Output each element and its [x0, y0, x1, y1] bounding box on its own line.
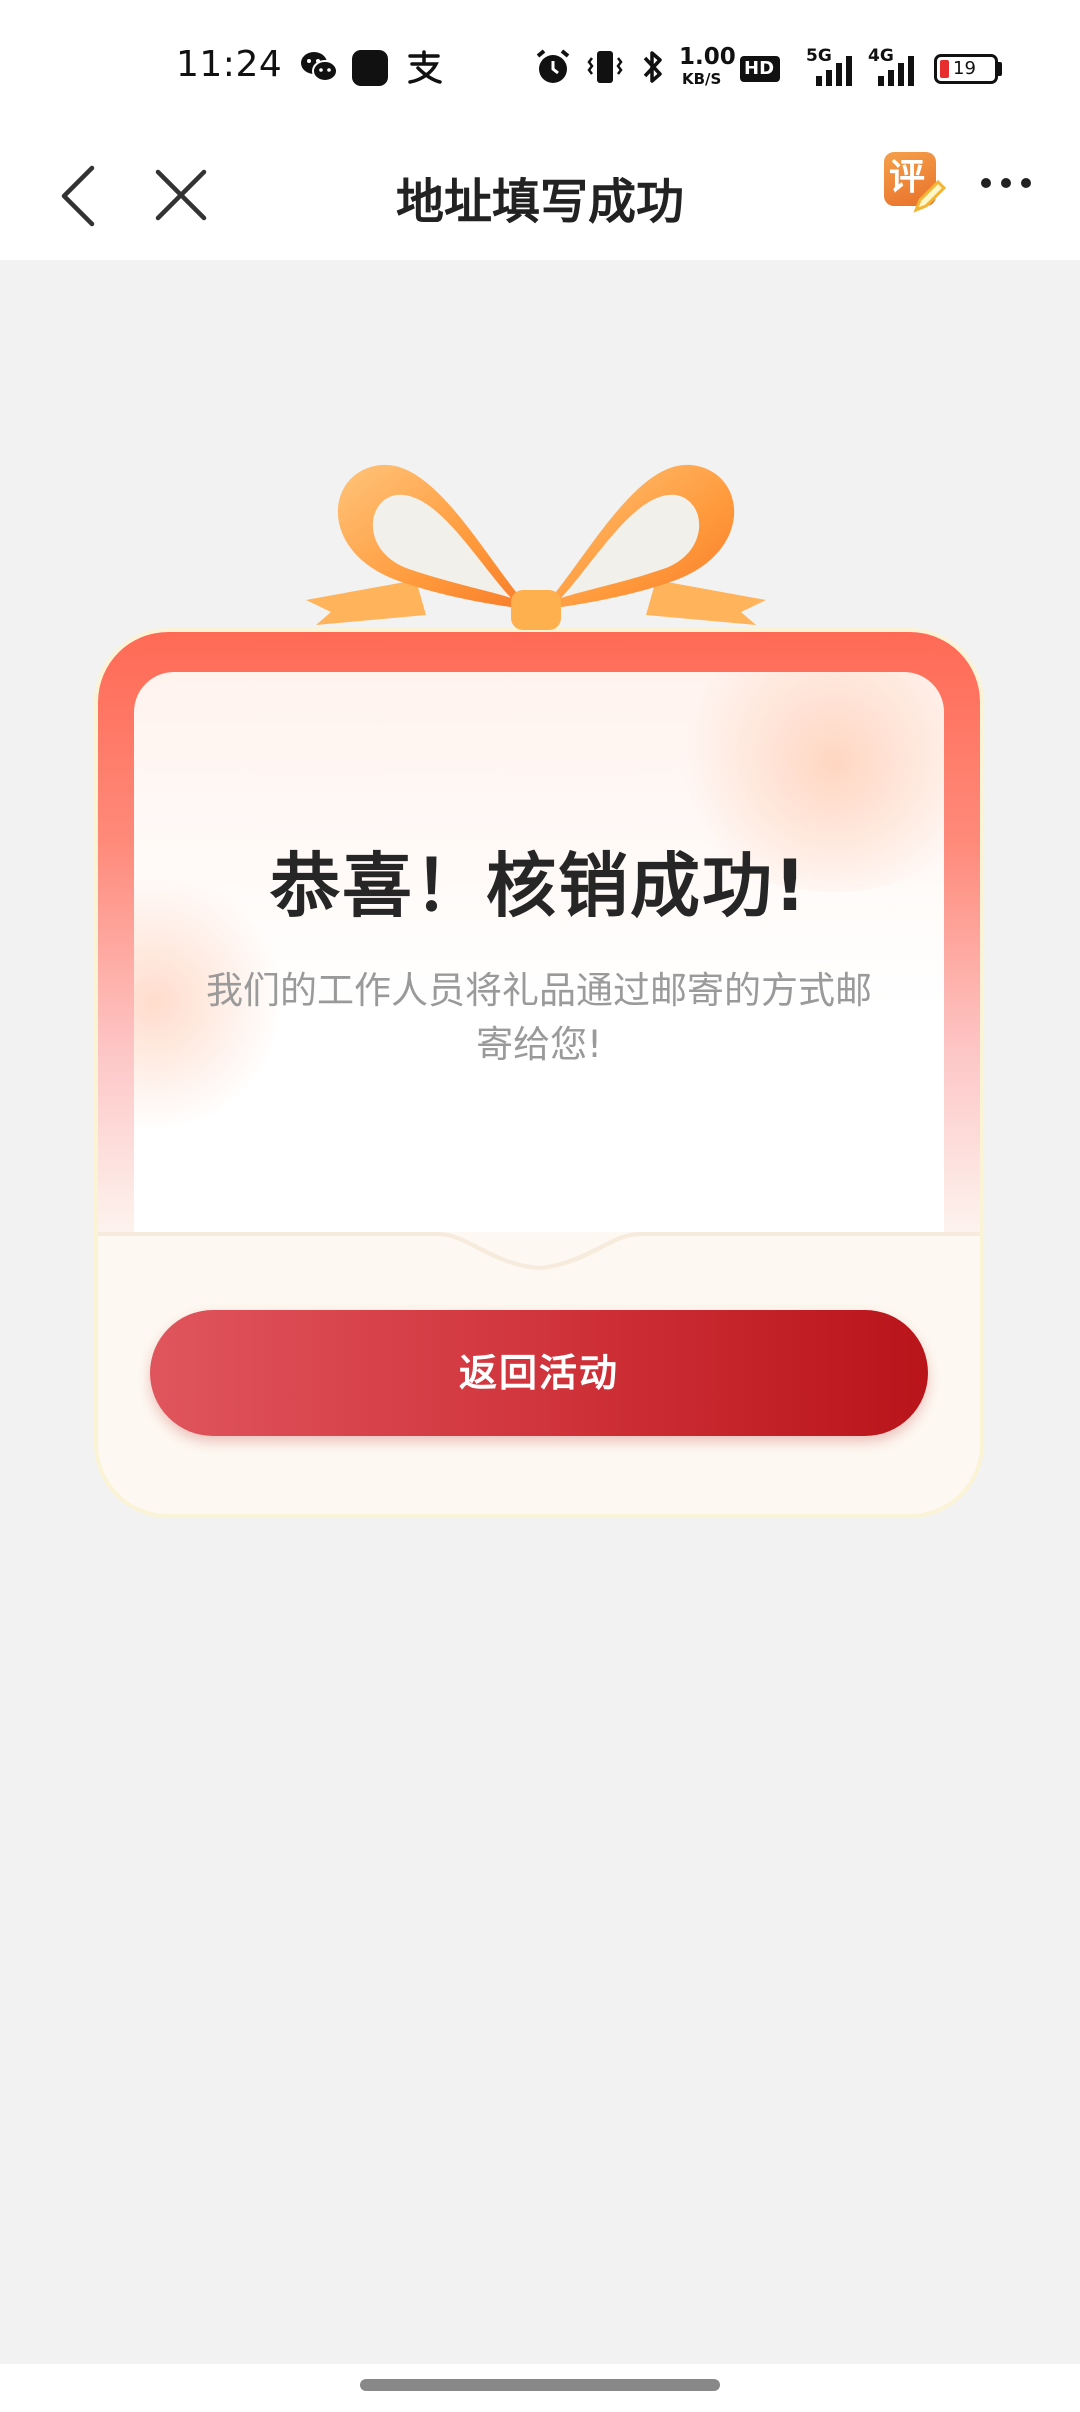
signal-4g-icon: 4G — [866, 46, 916, 86]
alipay-icon — [408, 50, 442, 84]
status-time: 11:24 — [176, 44, 283, 85]
signal-5g-icon: 5G — [804, 46, 854, 86]
hd-label: HD — [744, 58, 775, 79]
return-to-activity-button[interactable]: 返回活动 — [150, 1310, 928, 1436]
status-bar: 11:24 1.00 KB/S HD 5G 4G 19 — [0, 0, 1080, 130]
battery-tip — [998, 62, 1002, 76]
app-icon — [352, 50, 388, 86]
success-card: 恭喜！核销成功! 我们的工作人员将礼品通过邮寄的方式邮寄给您! 返回活动 — [98, 632, 980, 1514]
battery-icon: 19 — [934, 54, 998, 84]
net-speed-value: 1.00 — [679, 44, 736, 70]
success-message: 我们的工作人员将礼品通过邮寄的方式邮寄给您! — [206, 969, 872, 1066]
hd-icon: HD — [740, 56, 780, 82]
alarm-icon — [536, 49, 570, 83]
bluetooth-icon — [643, 51, 662, 83]
gift-bow-icon — [306, 464, 766, 630]
net-speed-unit: KB/S — [682, 70, 722, 88]
home-indicator[interactable] — [360, 2379, 720, 2391]
card-inner-panel: 恭喜！核销成功! 我们的工作人员将礼品通过邮寄的方式邮寄给您! — [134, 672, 944, 1232]
more-icon[interactable] — [978, 168, 1034, 198]
battery-level: 19 — [953, 58, 976, 79]
wechat-icon — [301, 52, 338, 82]
vibrate-icon — [587, 51, 623, 83]
card-notch-divider — [98, 1232, 980, 1270]
nav-bar: 地址填写成功 评 — [0, 130, 1080, 260]
success-title: 恭喜！核销成功! — [270, 845, 808, 927]
review-icon[interactable]: 评 — [884, 152, 947, 214]
